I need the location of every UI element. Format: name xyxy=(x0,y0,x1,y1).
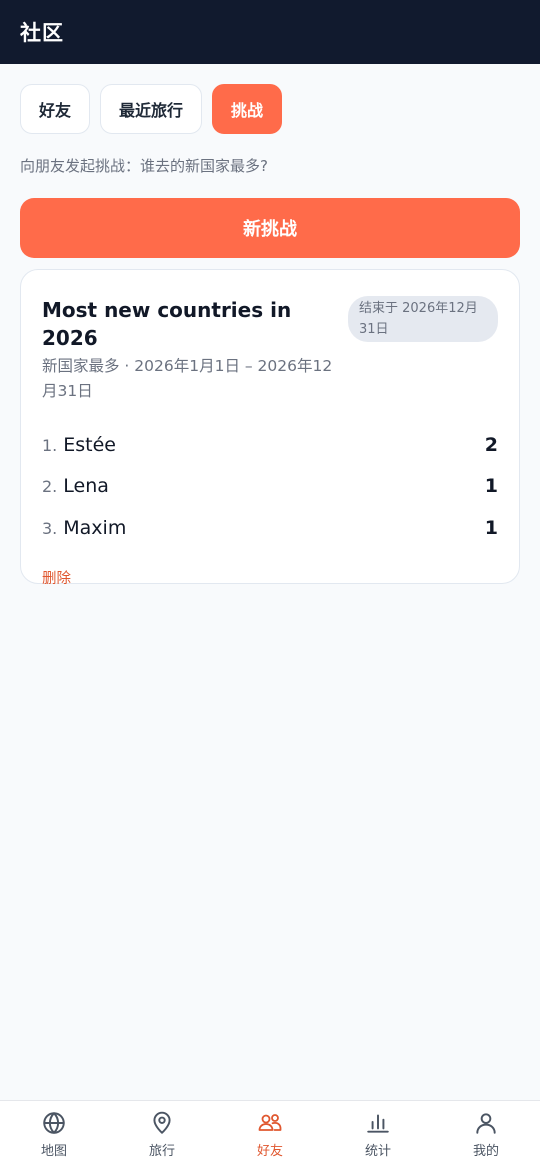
community-screen: 社区 好友 最近旅行 挑战 向朋友发起挑战：谁去的新国家最多? 新挑战 Most… xyxy=(0,0,540,1170)
participant-score: 2 xyxy=(484,433,498,456)
nav-label-stats: 统计 xyxy=(364,1144,391,1159)
new-challenge-button[interactable]: 新挑战 xyxy=(20,198,520,258)
leaderboard-entry: 2. Lena xyxy=(42,475,109,497)
nav-label-profile: 我的 xyxy=(472,1144,499,1159)
leaderboard-entry: 1. Estée xyxy=(42,434,116,456)
end-date-badge: 结束于 2026年12月31日 xyxy=(348,296,498,342)
rank-number: 1. xyxy=(42,435,58,455)
rank-number: 3. xyxy=(42,518,58,538)
bottom-nav: 地图 旅行 好友 统计 我的 xyxy=(0,1100,540,1170)
tab-bar: 好友 最近旅行 挑战 xyxy=(0,64,540,134)
nav-item-profile[interactable]: 我的 xyxy=(432,1101,540,1170)
challenge-title: Most new countries in 2026 xyxy=(42,298,292,350)
nav-label-trips: 旅行 xyxy=(148,1144,175,1159)
challenge-titles: Most new countries in 2026 新国家最多 · 2026年… xyxy=(42,296,337,404)
participant-name: Maxim xyxy=(63,516,127,539)
tab-recent-trips[interactable]: 最近旅行 xyxy=(100,84,203,134)
bar-chart-icon xyxy=(367,1114,389,1133)
globe-icon xyxy=(43,1112,65,1134)
nav-label-map: 地图 xyxy=(40,1144,67,1159)
participant-name: Lena xyxy=(63,475,109,498)
challenge-card: Most new countries in 2026 新国家最多 · 2026年… xyxy=(20,269,520,587)
nav-label-friends: 好友 xyxy=(256,1144,283,1159)
leaderboard-row: 3. Maxim 1 xyxy=(42,507,498,549)
challenge-subtitle: 新国家最多 · 2026年1月1日 – 2026年12月31日 xyxy=(42,357,333,400)
nav-item-friends[interactable]: 好友 xyxy=(216,1101,324,1170)
delete-challenge-link[interactable]: 删除 xyxy=(42,567,71,588)
user-icon xyxy=(476,1113,496,1134)
participant-score: 1 xyxy=(484,516,498,539)
tab-challenges[interactable]: 挑战 xyxy=(212,84,283,134)
leaderboard-row: 1. Estée 2 xyxy=(42,424,498,466)
challenge-card-header: Most new countries in 2026 新国家最多 · 2026年… xyxy=(42,296,498,404)
participant-score: 1 xyxy=(484,475,498,498)
friends-icon xyxy=(258,1114,282,1131)
map-pin-icon xyxy=(153,1111,171,1134)
leaderboard-entry: 3. Maxim xyxy=(42,517,126,539)
leaderboard-row: 2. Lena 1 xyxy=(42,466,498,508)
nav-item-trips[interactable]: 旅行 xyxy=(108,1101,216,1170)
participant-name: Estée xyxy=(63,433,116,456)
nav-item-map[interactable]: 地图 xyxy=(0,1101,108,1170)
page-title: 社区 xyxy=(20,21,64,45)
tab-friends[interactable]: 好友 xyxy=(20,84,91,134)
top-bar: 社区 xyxy=(0,0,540,64)
leaderboard: 1. Estée 2 2. Lena 1 3. Maxim 1 xyxy=(42,424,498,549)
challenge-prompt: 向朋友发起挑战：谁去的新国家最多? xyxy=(20,157,268,175)
nav-item-stats[interactable]: 统计 xyxy=(324,1101,432,1170)
rank-number: 2. xyxy=(42,477,58,497)
